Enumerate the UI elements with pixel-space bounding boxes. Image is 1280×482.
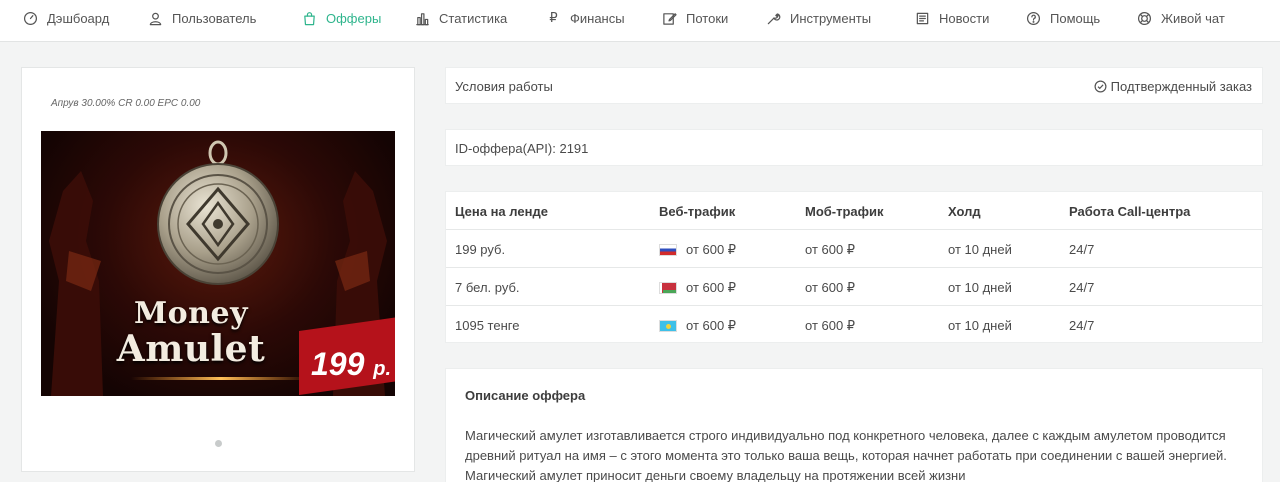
nav-item-label: Дэшбоард <box>47 10 110 26</box>
cell-hold: от 10 дней <box>948 280 1012 295</box>
description-text: Магический амулет изготавливается строго… <box>465 428 1227 482</box>
header-hold: Холд <box>948 204 981 219</box>
nav-item-label: Живой чат <box>1161 10 1225 26</box>
promo-price-currency: р. <box>373 358 392 380</box>
header-web-traffic: Веб-трафик <box>659 204 736 219</box>
nav-item-offers[interactable]: Офферы <box>302 0 381 36</box>
nav-item-dashboard[interactable]: Дэшбоард <box>23 0 109 36</box>
nav-item-label: Пользователь <box>172 10 257 26</box>
confirmed-order-label: Подтвержденный заказ <box>1110 79 1252 94</box>
cell-landing-price: 1095 тенге <box>455 318 520 333</box>
newspaper-icon <box>916 12 929 24</box>
nav-item-streams[interactable]: Потоки <box>662 0 728 36</box>
check-circle-icon <box>1094 80 1107 93</box>
promo-title-line1: Money <box>133 296 249 331</box>
nav-item-label: Помощь <box>1050 10 1101 26</box>
russia-flag-icon <box>659 244 677 256</box>
cell-web-traffic: от 600 ₽ <box>659 280 736 296</box>
cell-mobile-traffic: от 600 ₽ <box>805 280 856 295</box>
offer-stats: Апрув 30.00% CR 0.00 EPC 0.00 <box>51 98 201 109</box>
cell-mobile-traffic: от 600 ₽ <box>805 242 856 257</box>
user-icon <box>149 12 162 25</box>
bar-chart-icon <box>416 12 429 25</box>
cell-mobile-traffic: от 600 ₽ <box>805 318 856 333</box>
description-title: Описание оффера <box>465 388 586 403</box>
nav-item-label: Финансы <box>570 10 625 26</box>
nav-item-tools[interactable]: Инструменты <box>766 0 871 36</box>
conditions-label: Условия работы <box>455 79 553 94</box>
header-landing-price: Цена на ленде <box>455 204 548 219</box>
cell-landing-price: 7 бел. руб. <box>455 280 520 295</box>
table-row: 1095 тенге от 600 ₽ от 600 ₽ от 10 дней … <box>446 306 1262 344</box>
wrench-icon <box>767 12 781 24</box>
kazakhstan-flag-icon <box>659 320 677 332</box>
web-traffic-value: от 600 ₽ <box>686 318 737 333</box>
top-navigation: Дэшбоард Пользователь Офферы Статистика … <box>0 0 1280 42</box>
nav-item-label: Офферы <box>326 10 382 26</box>
edit-icon <box>663 12 677 25</box>
belarus-flag-icon <box>659 282 677 294</box>
offer-promo-image[interactable]: Money Amulet 199 р. <box>41 131 395 396</box>
nav-item-label: Потоки <box>686 10 729 26</box>
ruble-icon: ₽ <box>549 10 558 25</box>
cell-hold: от 10 дней <box>948 242 1012 257</box>
offer-card: Апрув 30.00% CR 0.00 EPC 0.00 Money Amul… <box>21 67 415 472</box>
promo-title-line2: Amulet <box>116 328 266 370</box>
offer-id-label: ID-оффера(API): 2191 <box>455 141 589 156</box>
promo-price-value: 199 <box>311 346 365 382</box>
cell-landing-price: 199 руб. <box>455 242 506 257</box>
offer-description-panel: Описание оффера Магический амулет изгота… <box>445 368 1263 482</box>
nav-item-help[interactable]: Помощь <box>1026 0 1100 36</box>
conditions-panel: Условия работы Подтвержденный заказ <box>445 67 1263 104</box>
nav-item-user[interactable]: Пользователь <box>148 0 256 36</box>
nav-item-news[interactable]: Новости <box>915 0 989 36</box>
table-row: 199 руб. от 600 ₽ от 600 ₽ от 10 дней 24… <box>446 230 1262 268</box>
nav-item-label: Статистика <box>439 10 508 26</box>
nav-item-label: Новости <box>939 10 990 26</box>
shopping-bag-icon <box>304 11 315 25</box>
nav-item-live-chat[interactable]: Живой чат <box>1137 0 1225 36</box>
cell-call-center: 24/7 <box>1069 242 1095 257</box>
carousel-dot[interactable] <box>215 440 222 447</box>
nav-item-statistics[interactable]: Статистика <box>415 0 507 36</box>
promo-price: 199 р. <box>311 346 391 383</box>
nav-item-finance[interactable]: ₽ Финансы <box>546 0 625 36</box>
web-traffic-value: от 600 ₽ <box>686 242 737 257</box>
cell-web-traffic: от 600 ₽ <box>659 318 736 334</box>
question-icon <box>1026 11 1041 25</box>
gauge-icon <box>23 11 38 25</box>
confirmed-order: Подтвержденный заказ <box>1094 79 1252 94</box>
cell-call-center: 24/7 <box>1069 280 1095 295</box>
cell-call-center: 24/7 <box>1069 318 1095 333</box>
offer-id-panel: ID-оффера(API): 2191 <box>445 129 1263 166</box>
chat-icon <box>1137 11 1152 25</box>
cell-hold: от 10 дней <box>948 318 1012 333</box>
prices-table: Цена на ленде Веб-трафик Моб-трафик Холд… <box>445 191 1263 343</box>
header-call-center: Работа Call-центра <box>1069 204 1191 219</box>
cell-web-traffic: от 600 ₽ <box>659 242 736 258</box>
nav-item-label: Инструменты <box>790 10 872 26</box>
header-mobile-traffic: Моб-трафик <box>805 204 884 219</box>
table-row: 7 бел. руб. от 600 ₽ от 600 ₽ от 10 дней… <box>446 268 1262 306</box>
table-header-row: Цена на ленде Веб-трафик Моб-трафик Холд… <box>446 192 1262 230</box>
web-traffic-value: от 600 ₽ <box>686 280 737 295</box>
